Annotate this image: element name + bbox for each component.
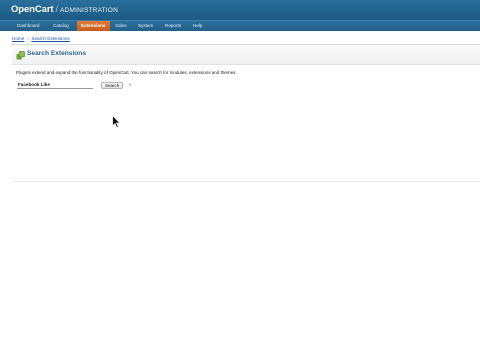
mouse-pointer-icon — [112, 115, 121, 129]
search-input[interactable] — [17, 81, 93, 89]
breadcrumb-current[interactable]: Search Extensions — [31, 36, 69, 41]
menu-help[interactable]: Help — [189, 21, 206, 31]
page-title: Search Extensions — [27, 50, 87, 57]
menu-catalog[interactable]: Catalog — [49, 21, 73, 31]
main-menu: Dashboard Catalog Extensions Sales Syste… — [0, 20, 480, 31]
content-box: Search Extensions — [12, 44, 480, 182]
admin-header: OpenCart / ADMINISTRATION — [0, 0, 480, 20]
menu-extensions[interactable]: Extensions — [77, 21, 110, 31]
menu-reports[interactable]: Reports — [161, 21, 185, 31]
logo-brand: OpenCart — [11, 4, 54, 15]
clear-search-link[interactable]: x — [129, 83, 131, 88]
logo-separator: / — [55, 4, 59, 15]
opencart-logo[interactable]: OpenCart / ADMINISTRATION — [11, 4, 118, 15]
box-heading: Search Extensions — [12, 45, 480, 65]
breadcrumb-home[interactable]: Home — [12, 36, 24, 41]
search-button[interactable]: Search — [101, 82, 124, 89]
menu-system[interactable]: System — [134, 21, 157, 31]
menu-dashboard[interactable]: Dashboard — [13, 21, 43, 31]
menu-sales[interactable]: Sales — [111, 21, 131, 31]
logo-section: ADMINISTRATION — [60, 7, 118, 14]
breadcrumb: Home :: Search Extensions — [12, 36, 70, 41]
intro-text: Plugins extend and expand the functional… — [16, 70, 237, 75]
breadcrumb-separator: :: — [26, 36, 30, 41]
extension-icon — [16, 51, 25, 60]
